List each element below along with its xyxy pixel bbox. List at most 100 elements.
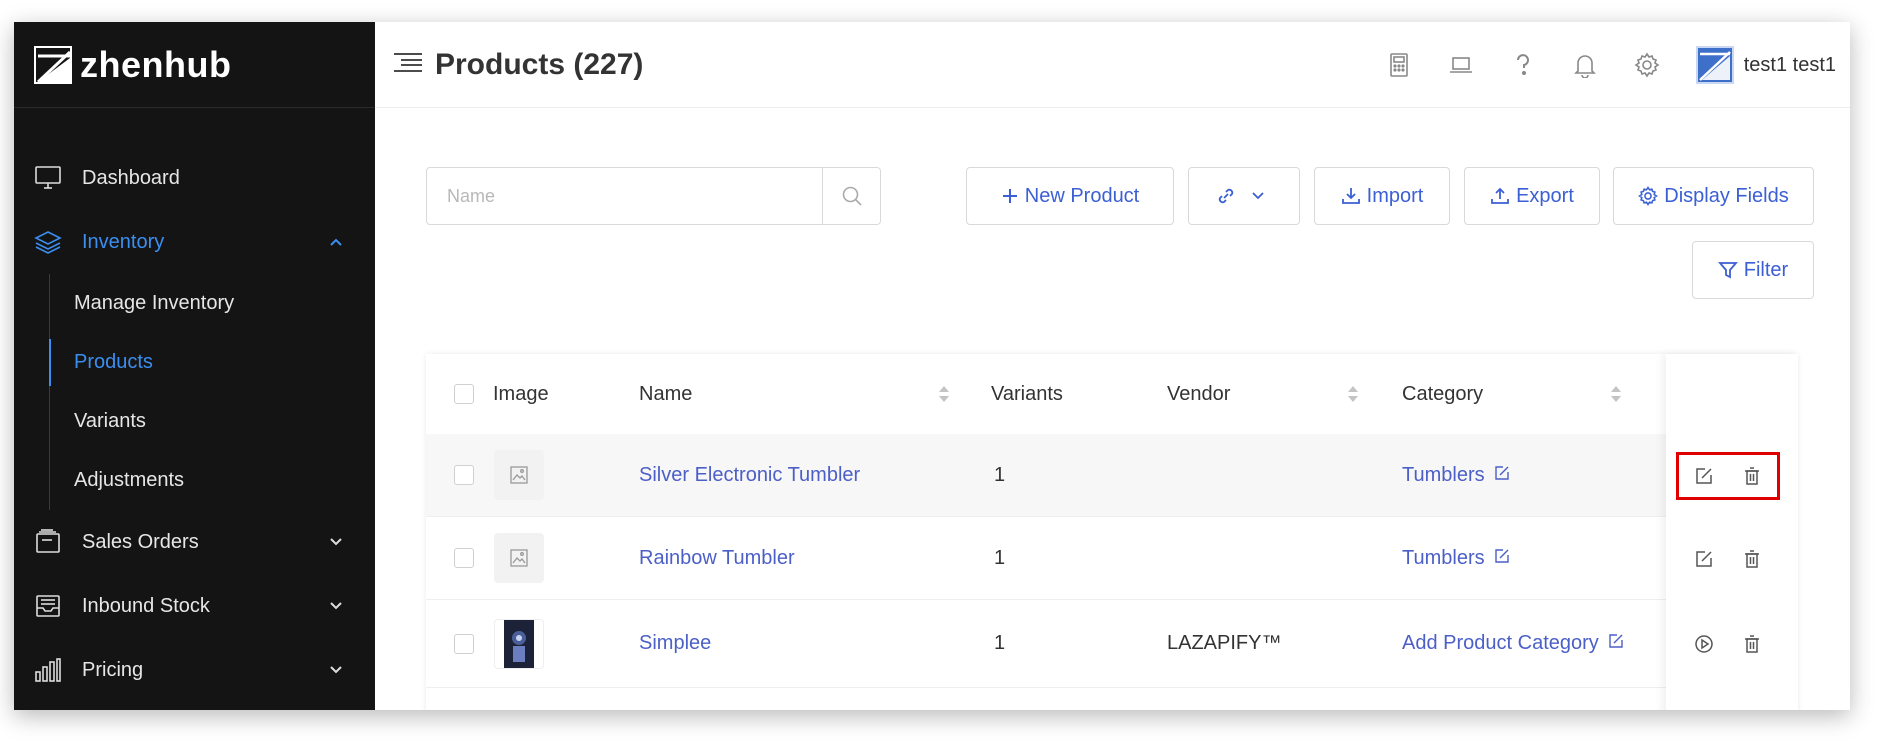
chevron-down-icon — [330, 666, 342, 674]
select-all-checkbox[interactable] — [454, 384, 474, 404]
highlight-box — [1676, 452, 1780, 500]
import-label: Import — [1366, 184, 1424, 207]
export-button[interactable]: Export — [1464, 167, 1600, 225]
bar-chart-icon — [34, 656, 62, 684]
product-name-link[interactable]: Simplee — [639, 632, 711, 655]
edit-icon[interactable] — [1494, 548, 1510, 564]
sidebar-subitem-products[interactable]: Products — [49, 333, 375, 392]
table-row[interactable]: Rainbow Tumbler 1 Tumblers — [426, 517, 1798, 600]
table-header: Image Name Variants Vendor Category — [426, 354, 1798, 434]
category-label: Tumblers — [1402, 463, 1485, 486]
import-button[interactable]: Import — [1314, 167, 1450, 225]
bell-icon[interactable] — [1572, 52, 1598, 78]
column-header-image: Image — [493, 382, 549, 405]
brand-name: zhenhub — [80, 43, 232, 85]
category-link[interactable]: Tumblers — [1402, 464, 1510, 487]
sidebar: zhenhub Dashboard Inventory Manage Inven… — [14, 22, 375, 710]
logo-icon — [34, 45, 72, 84]
sidebar-item-label: Sales Orders — [82, 530, 199, 553]
column-header-variants: Variants — [991, 382, 1063, 405]
link-dropdown-button[interactable] — [1188, 167, 1300, 225]
chevron-down-icon — [330, 602, 342, 610]
search-button[interactable] — [822, 168, 880, 224]
upload-icon — [1491, 187, 1509, 204]
chevron-down-icon — [330, 538, 342, 546]
table-row[interactable]: Silver Electronic Tumbler 1 Tumblers — [426, 434, 1798, 517]
menu-toggle-icon[interactable] — [393, 51, 423, 78]
gear-icon[interactable] — [1634, 52, 1660, 78]
inventory-subnav: Manage Inventory Products Variants Adjus… — [49, 274, 375, 510]
product-thumbnail — [494, 450, 544, 500]
laptop-icon[interactable] — [1448, 52, 1474, 78]
gear-icon — [1638, 186, 1659, 206]
export-label: Export — [1516, 184, 1574, 207]
product-name-link[interactable]: Rainbow Tumbler — [639, 547, 795, 570]
chevron-up-icon — [330, 238, 342, 246]
category-label: Add Product Category — [1402, 632, 1599, 654]
sidebar-item-label: Dashboard — [82, 166, 180, 189]
trash-icon[interactable] — [1740, 547, 1764, 571]
variants-count: 1 — [994, 546, 1006, 569]
logo[interactable]: zhenhub — [14, 22, 375, 108]
search-icon — [842, 186, 862, 206]
sidebar-nav: Dashboard Inventory Manage Inventory Pro… — [14, 108, 375, 702]
sidebar-subitem-manage-inventory[interactable]: Manage Inventory — [50, 274, 375, 333]
sort-icon[interactable] — [1347, 384, 1359, 404]
app-window: zhenhub Dashboard Inventory Manage Inven… — [14, 22, 1850, 710]
avatar[interactable] — [1695, 46, 1734, 84]
sidebar-item-sales-orders[interactable]: Sales Orders — [14, 510, 375, 574]
product-thumbnail — [494, 533, 544, 583]
top-header: Products (227) test1 test1 — [375, 22, 1850, 108]
chevron-down-icon — [1252, 192, 1264, 200]
sidebar-subitem-adjustments[interactable]: Adjustments — [50, 451, 375, 510]
orders-icon — [34, 528, 62, 556]
product-photo — [504, 619, 534, 668]
sidebar-item-inbound-stock[interactable]: Inbound Stock — [14, 574, 375, 638]
row-checkbox[interactable] — [454, 633, 474, 654]
sidebar-item-inventory[interactable]: Inventory — [14, 210, 375, 274]
layers-icon — [34, 228, 62, 256]
play-icon[interactable] — [1692, 632, 1716, 656]
new-product-button[interactable]: New Product — [966, 167, 1174, 225]
category-link[interactable]: Add Product Category — [1402, 632, 1624, 655]
column-header-category[interactable]: Category — [1402, 383, 1483, 406]
plus-icon — [1002, 189, 1017, 203]
inbox-icon — [34, 592, 62, 620]
user-name[interactable]: test1 test1 — [1744, 54, 1836, 77]
display-fields-button[interactable]: Display Fields — [1613, 167, 1814, 225]
filter-label: Filter — [1743, 258, 1789, 281]
main-content: Products (227) test1 test1 Name New Prod… — [375, 22, 1850, 710]
search-input[interactable] — [427, 168, 822, 224]
sort-icon[interactable] — [1610, 384, 1622, 404]
sidebar-item-label: Pricing — [82, 658, 144, 681]
product-thumbnail — [494, 618, 544, 669]
products-table: Image Name Variants Vendor Category Silv… — [426, 354, 1798, 710]
category-link[interactable]: Tumblers — [1402, 547, 1510, 570]
actions-column — [1666, 354, 1798, 710]
monitor-icon — [34, 164, 62, 192]
sidebar-item-label: Inventory — [82, 230, 165, 253]
filter-button[interactable]: Filter — [1692, 241, 1814, 299]
row-checkbox[interactable] — [454, 465, 474, 485]
table-row[interactable]: Simplee 1 LAZAPIFY™ Add Product Category — [426, 600, 1798, 688]
display-fields-label: Display Fields — [1664, 184, 1789, 207]
trash-icon[interactable] — [1740, 632, 1764, 656]
column-header-vendor[interactable]: Vendor — [1167, 383, 1230, 406]
calculator-icon[interactable] — [1386, 52, 1412, 78]
link-icon — [1218, 188, 1234, 204]
column-header-name[interactable]: Name — [639, 383, 692, 406]
sidebar-item-dashboard[interactable]: Dashboard — [14, 146, 375, 210]
sort-icon[interactable] — [938, 384, 950, 404]
page-title: Products (227) — [435, 47, 644, 81]
sidebar-item-label: Inbound Stock — [82, 594, 210, 617]
sidebar-subitem-variants[interactable]: Variants — [50, 392, 375, 451]
edit-icon[interactable] — [1494, 465, 1510, 481]
sidebar-item-pricing[interactable]: Pricing — [14, 638, 375, 702]
edit-icon[interactable] — [1608, 633, 1624, 649]
edit-icon[interactable] — [1692, 547, 1716, 571]
search-box — [426, 167, 881, 225]
help-icon[interactable] — [1510, 52, 1536, 78]
variants-count: 1 — [994, 632, 1006, 654]
product-name-link[interactable]: Silver Electronic Tumbler — [639, 464, 860, 487]
row-checkbox[interactable] — [454, 548, 474, 568]
